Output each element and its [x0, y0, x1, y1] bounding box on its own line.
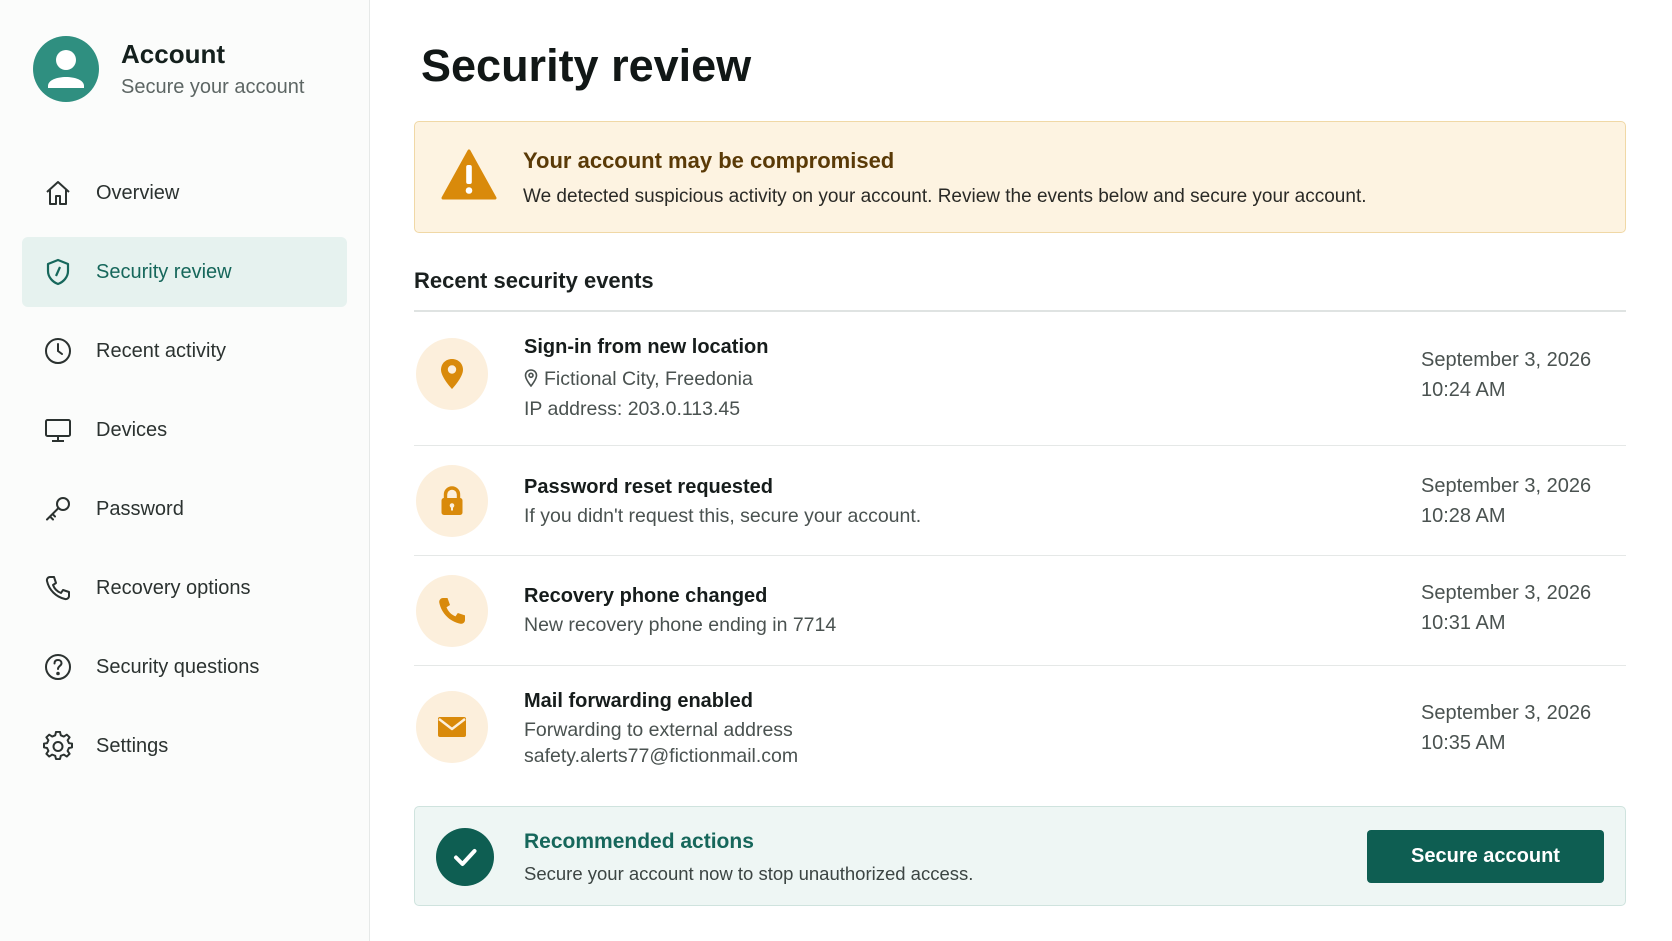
list-item[interactable]: Recovery phone changed New recovery phon…: [414, 556, 1626, 666]
gear-icon: [42, 730, 74, 762]
sidebar-item-devices[interactable]: Devices: [22, 395, 347, 465]
sidebar-item-password[interactable]: Password: [22, 474, 347, 544]
sidebar-item-label: Security questions: [96, 655, 260, 678]
sidebar-nav: Overview Security review Recent activity: [22, 158, 347, 790]
list-item[interactable]: Sign-in from new location Fictional City…: [414, 312, 1626, 446]
user-avatar-icon: [33, 36, 99, 102]
event-time: 10:24 AM: [1421, 379, 1506, 401]
sidebar-item-recovery-options[interactable]: Recovery options: [22, 553, 347, 623]
sidebar: Account Secure your account Overview Sec…: [0, 0, 370, 941]
page-title: Security review: [421, 40, 752, 91]
sidebar-item-label: Recovery options: [96, 576, 251, 599]
recommended-actions-panel: Recommended actions Secure your account …: [414, 806, 1626, 906]
shield-icon: [42, 256, 74, 288]
sidebar-item-label: Recent activity: [96, 339, 227, 362]
alert-title: Your account may be compromised: [523, 148, 895, 173]
secure-account-button[interactable]: Secure account: [1367, 830, 1604, 883]
event-detail: IP address: 203.0.113.45: [524, 398, 741, 420]
phone-icon: [416, 575, 488, 647]
list-item[interactable]: Password reset requested If you didn't r…: [414, 446, 1626, 556]
sidebar-item-label: Security review: [96, 260, 232, 283]
recommended-actions-title: Recommended actions: [524, 830, 754, 853]
clock-icon: [42, 335, 74, 367]
sidebar-item-label: Settings: [96, 734, 169, 757]
question-icon: [42, 651, 74, 683]
small-pin-icon: [524, 369, 538, 393]
account-title: Account: [121, 39, 225, 69]
alert-text: We detected suspicious activity on your …: [523, 186, 1367, 207]
event-title: Mail forwarding enabled: [524, 690, 753, 712]
location-pin-icon: [416, 338, 488, 410]
lock-icon: [416, 465, 488, 537]
event-title: Password reset requested: [524, 476, 773, 498]
events-section-title: Recent security events: [414, 268, 654, 293]
check-circle-icon: [436, 828, 494, 886]
sidebar-item-security-questions[interactable]: Security questions: [22, 632, 347, 702]
sidebar-item-settings[interactable]: Settings: [22, 711, 347, 781]
event-detail: New recovery phone ending in 7714: [524, 614, 837, 636]
list-item[interactable]: Mail forwarding enabled Forwarding to ex…: [414, 666, 1626, 796]
event-detail-email: safety.alerts77@fictionmail.com: [524, 745, 799, 767]
event-timestamp: September 3, 2026 10:24 AM: [1421, 345, 1591, 405]
sidebar-item-recent-activity[interactable]: Recent activity: [22, 316, 347, 386]
event-date: September 3, 2026: [1421, 702, 1592, 724]
home-icon: [42, 177, 74, 209]
sidebar-item-label: Devices: [96, 418, 168, 441]
key-icon: [42, 493, 74, 525]
sidebar-item-label: Overview: [96, 181, 180, 204]
event-title: Recovery phone changed: [524, 585, 768, 607]
event-timestamp: September 3, 2026 10:31 AM: [1421, 578, 1591, 638]
event-timestamp: September 3, 2026 10:35 AM: [1421, 698, 1591, 758]
sidebar-item-security-review[interactable]: Security review: [22, 237, 347, 307]
account-profile: Account Secure your account: [33, 36, 304, 102]
event-detail: Forwarding to external address: [524, 719, 793, 741]
security-events-list: Sign-in from new location Fictional City…: [414, 312, 1626, 796]
event-date: September 3, 2026: [1421, 475, 1592, 497]
event-location-text: Fictional City, Freedonia: [544, 368, 753, 390]
event-time: 10:35 AM: [1421, 732, 1506, 754]
monitor-icon: [42, 414, 74, 446]
account-subtitle: Secure your account: [121, 76, 305, 98]
event-timestamp: September 3, 2026 10:28 AM: [1421, 471, 1591, 531]
warning-icon: [441, 148, 497, 202]
event-title: Sign-in from new location: [524, 336, 769, 358]
phone-icon: [42, 572, 74, 604]
event-date: September 3, 2026: [1421, 349, 1592, 371]
event-time: 10:28 AM: [1421, 505, 1506, 527]
sidebar-item-overview[interactable]: Overview: [22, 158, 347, 228]
mail-icon: [416, 691, 488, 763]
event-date: September 3, 2026: [1421, 582, 1592, 604]
event-location: Fictional City, Freedonia: [524, 368, 753, 393]
event-detail: If you didn't request this, secure your …: [524, 505, 922, 527]
sidebar-item-label: Password: [96, 497, 184, 520]
event-time: 10:31 AM: [1421, 612, 1506, 634]
recommended-actions-text: Secure your account now to stop unauthor…: [524, 863, 974, 884]
compromise-alert: Your account may be compromised We detec…: [414, 121, 1626, 233]
